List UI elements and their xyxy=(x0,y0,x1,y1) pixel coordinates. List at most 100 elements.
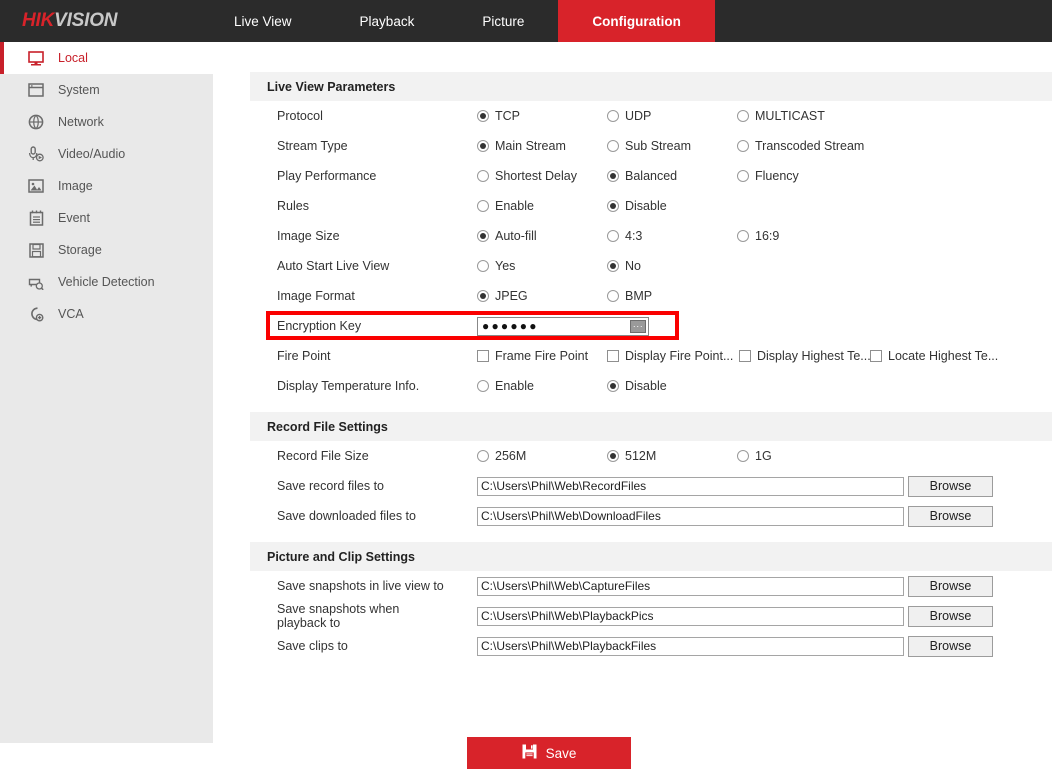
browse-snapshot-live-button[interactable]: Browse xyxy=(908,576,993,597)
save-snapshot-live-input[interactable] xyxy=(477,577,904,596)
floppy-disk-icon xyxy=(26,241,46,259)
radio-dot-icon xyxy=(477,140,489,152)
radio-label: Shortest Delay xyxy=(495,169,577,183)
sidebar-item-network[interactable]: Network xyxy=(0,106,213,138)
label-auto-start: Auto Start Live View xyxy=(250,259,450,273)
checkbox-locate-highest-temp[interactable]: Locate Highest Te... xyxy=(870,349,998,363)
globe-icon xyxy=(26,113,46,131)
encryption-key-input[interactable]: ●●●●●● ··· xyxy=(477,317,649,336)
save-clips-input[interactable] xyxy=(477,637,904,656)
browse-record-button[interactable]: Browse xyxy=(908,476,993,497)
row-image-format: Image Format JPEG BMP xyxy=(250,281,1052,311)
radio-dot-icon xyxy=(607,290,619,302)
sidebar-item-event[interactable]: Event xyxy=(0,202,213,234)
sidebar-label-network: Network xyxy=(58,115,104,129)
radio-dot-icon xyxy=(477,230,489,242)
radio-stream-transcoded[interactable]: Transcoded Stream xyxy=(737,139,864,153)
radio-size-auto-fill[interactable]: Auto-fill xyxy=(477,229,537,243)
save-record-path-input[interactable] xyxy=(477,477,904,496)
sidebar-label-video-audio: Video/Audio xyxy=(58,147,125,161)
sidebar-label-image: Image xyxy=(58,179,93,193)
radio-filesize-1g[interactable]: 1G xyxy=(737,449,772,463)
radio-dot-icon xyxy=(477,290,489,302)
radio-temp-enable[interactable]: Enable xyxy=(477,379,534,393)
radio-rules-enable[interactable]: Enable xyxy=(477,199,534,213)
save-snapshot-playback-input[interactable] xyxy=(477,607,904,626)
car-search-icon xyxy=(26,273,46,291)
radio-temp-disable[interactable]: Disable xyxy=(607,379,667,393)
radio-label: JPEG xyxy=(495,289,528,303)
radio-format-bmp[interactable]: BMP xyxy=(607,289,652,303)
save-download-path-input[interactable] xyxy=(477,507,904,526)
browse-download-button[interactable]: Browse xyxy=(908,506,993,527)
clipboard-icon xyxy=(26,209,46,227)
sidebar-item-local[interactable]: Local xyxy=(0,42,213,74)
sidebar-item-system[interactable]: System xyxy=(0,74,213,106)
checkbox-icon xyxy=(607,350,619,362)
nav-tab-configuration[interactable]: Configuration xyxy=(558,0,714,42)
nav-tab-picture[interactable]: Picture xyxy=(448,0,558,42)
sidebar-item-video-audio[interactable]: Video/Audio xyxy=(0,138,213,170)
radio-protocol-tcp[interactable]: TCP xyxy=(477,109,520,123)
radio-label: Transcoded Stream xyxy=(755,139,864,153)
checkbox-label: Locate Highest Te... xyxy=(888,349,998,363)
row-auto-start-live-view: Auto Start Live View Yes No xyxy=(250,251,1052,281)
sidebar-item-storage[interactable]: Storage xyxy=(0,234,213,266)
row-display-temperature-info: Display Temperature Info. Enable Disable xyxy=(250,371,1052,401)
label-protocol: Protocol xyxy=(250,109,450,123)
checkbox-display-fire-point[interactable]: Display Fire Point... xyxy=(607,349,733,363)
checkbox-frame-fire-point[interactable]: Frame Fire Point xyxy=(477,349,588,363)
radio-perf-shortest-delay[interactable]: Shortest Delay xyxy=(477,169,577,183)
radio-label: Enable xyxy=(495,199,534,213)
row-encryption-key: Encryption Key ●●●●●● ··· xyxy=(250,311,1052,341)
radio-perf-fluency[interactable]: Fluency xyxy=(737,169,799,183)
checkbox-icon xyxy=(739,350,751,362)
radio-dot-icon xyxy=(477,170,489,182)
radio-size-4-3[interactable]: 4:3 xyxy=(607,229,642,243)
radio-label: Disable xyxy=(625,379,667,393)
save-button-label: Save xyxy=(546,746,577,761)
radio-protocol-udp[interactable]: UDP xyxy=(607,109,651,123)
row-image-size: Image Size Auto-fill 4:3 16:9 xyxy=(250,221,1052,251)
sidebar-item-vca[interactable]: VCA xyxy=(0,298,213,330)
sidebar-label-vca: VCA xyxy=(58,307,84,321)
logo-text-hik: HIK xyxy=(22,10,54,32)
radio-stream-sub[interactable]: Sub Stream xyxy=(607,139,691,153)
sidebar-item-image[interactable]: Image xyxy=(0,170,213,202)
save-button[interactable]: Save xyxy=(467,737,631,769)
radio-rules-disable[interactable]: Disable xyxy=(607,199,667,213)
label-encryption-key: Encryption Key xyxy=(250,319,450,333)
radio-filesize-256m[interactable]: 256M xyxy=(477,449,526,463)
checkbox-display-highest-temp[interactable]: Display Highest Te... xyxy=(739,349,871,363)
radio-protocol-multicast[interactable]: MULTICAST xyxy=(737,109,825,123)
radio-label: Disable xyxy=(625,199,667,213)
label-image-format: Image Format xyxy=(250,289,450,303)
radio-label: Main Stream xyxy=(495,139,566,153)
radio-filesize-512m[interactable]: 512M xyxy=(607,449,656,463)
radio-auto-start-no[interactable]: No xyxy=(607,259,641,273)
microphone-icon xyxy=(26,145,46,163)
radio-format-jpeg[interactable]: JPEG xyxy=(477,289,528,303)
browse-snapshot-playback-button[interactable]: Browse xyxy=(908,606,993,627)
radio-size-16-9[interactable]: 16:9 xyxy=(737,229,779,243)
label-save-snapshots-live: Save snapshots in live view to xyxy=(250,579,450,593)
radio-label: 1G xyxy=(755,449,772,463)
nav-tab-live-view[interactable]: Live View xyxy=(200,0,326,42)
browse-clips-button[interactable]: Browse xyxy=(908,636,993,657)
radio-dot-icon xyxy=(477,110,489,122)
label-play-performance: Play Performance xyxy=(250,169,450,183)
radio-perf-balanced[interactable]: Balanced xyxy=(607,169,677,183)
radio-label: Yes xyxy=(495,259,515,273)
radio-label: MULTICAST xyxy=(755,109,825,123)
radio-label: 512M xyxy=(625,449,656,463)
radio-dot-icon xyxy=(477,380,489,392)
nav-tab-playback[interactable]: Playback xyxy=(326,0,449,42)
radio-auto-start-yes[interactable]: Yes xyxy=(477,259,515,273)
reveal-password-button[interactable]: ··· xyxy=(630,320,646,333)
row-rules: Rules Enable Disable xyxy=(250,191,1052,221)
radio-stream-main[interactable]: Main Stream xyxy=(477,139,566,153)
sidebar-item-vehicle-detection[interactable]: Vehicle Detection xyxy=(0,266,213,298)
window-icon xyxy=(26,81,46,99)
radio-dot-icon xyxy=(607,230,619,242)
hikvision-logo: HIKVISION xyxy=(0,0,200,42)
